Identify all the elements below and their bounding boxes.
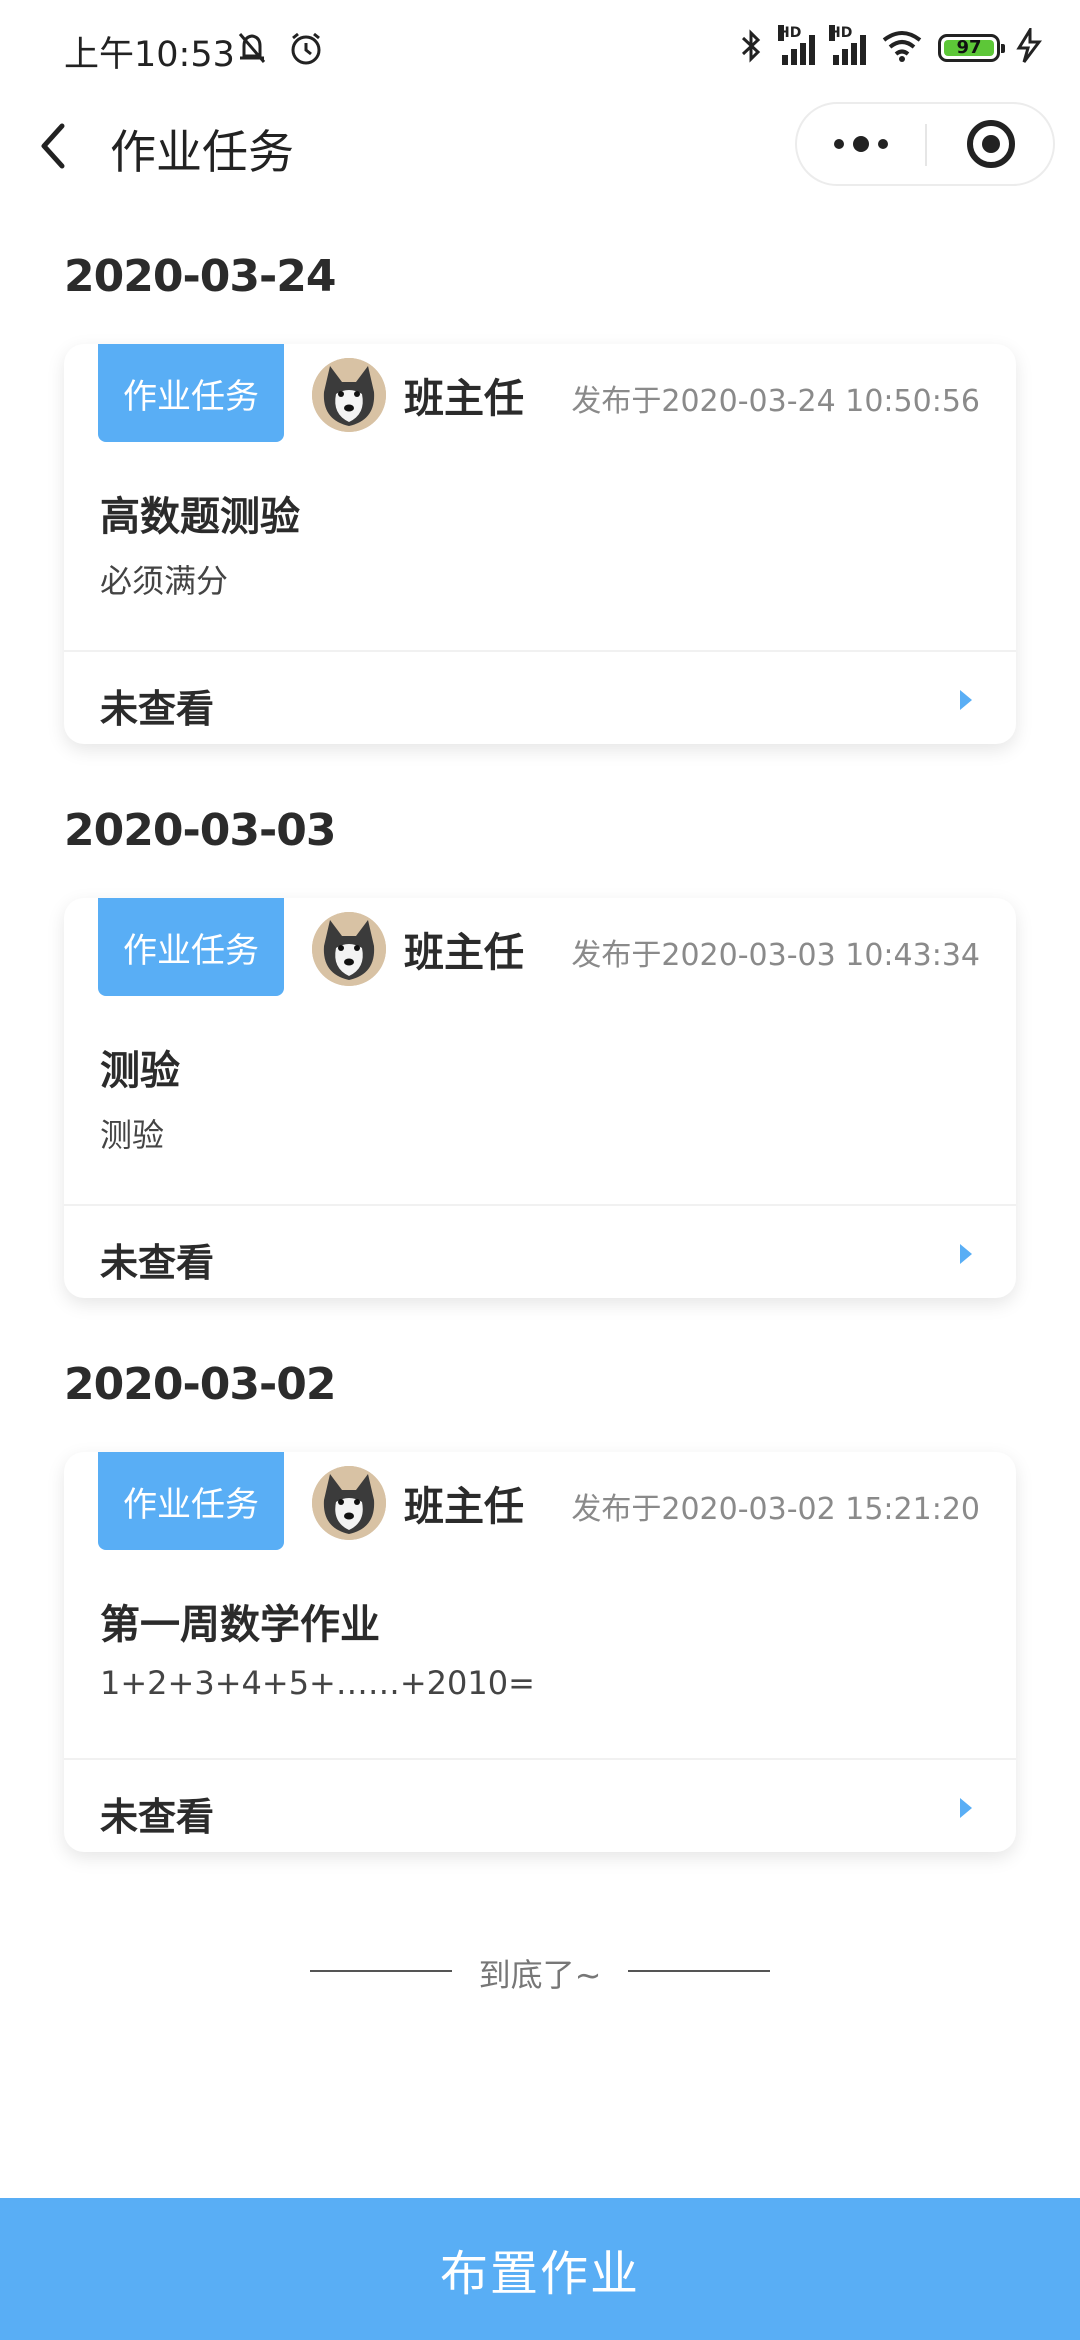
page-title: 作业任务 (110, 125, 294, 179)
card-divider (64, 1204, 1016, 1206)
author-name: 班主任 (404, 930, 524, 976)
status-right-icons: HD HD 97 (738, 24, 1044, 70)
bluetooth-icon (738, 26, 764, 70)
husky-avatar-icon (312, 358, 386, 432)
author-name: 班主任 (404, 376, 524, 422)
task-description: 1+2+3+4+5+……+2010= (100, 1664, 535, 1702)
task-list: 2020-03-24 作业任务 班主任 发布于2020-03-24 10:50:… (0, 240, 1080, 1902)
task-title: 高数题测验 (100, 494, 300, 540)
signal-icon-2: HD (829, 25, 866, 65)
card-divider (64, 650, 1016, 652)
mini-program-capsule (795, 102, 1055, 186)
nav-bar: 作业任务 (0, 100, 1080, 190)
status-left-icons (232, 28, 326, 72)
publish-time: 发布于2020-03-03 10:43:34 (571, 938, 980, 973)
chevron-right-icon (960, 1798, 972, 1818)
task-card[interactable]: 作业任务 班主任 发布于2020-03-02 15:21:20 第一周数学作业 … (64, 1452, 1016, 1852)
chevron-right-icon (960, 1244, 972, 1264)
end-of-list-text: 到底了~ (478, 1956, 602, 1994)
signal-icon: HD (778, 25, 815, 65)
task-card[interactable]: 作业任务 班主任 发布于2020-03-24 10:50:56 高数题测验 必须… (64, 344, 1016, 744)
husky-avatar-icon (312, 1466, 386, 1540)
signal-hd-label: HD (778, 25, 802, 41)
close-mini-program-button[interactable] (927, 104, 1055, 184)
view-status: 未查看 (100, 1795, 215, 1839)
task-description: 测验 (100, 1116, 165, 1154)
assign-homework-button[interactable]: 布置作业 (0, 2198, 1080, 2340)
task-title: 测验 (100, 1048, 180, 1094)
card-divider (64, 1758, 1016, 1760)
task-type-badge: 作业任务 (98, 898, 284, 996)
publish-time: 发布于2020-03-02 15:21:20 (571, 1492, 980, 1527)
view-status: 未查看 (100, 1241, 215, 1285)
chevron-right-icon (960, 690, 972, 710)
signal-hd-label: HD (829, 25, 853, 41)
task-description: 必须满分 (100, 562, 229, 600)
avatar (312, 358, 386, 432)
date-heading: 2020-03-02 (64, 1359, 336, 1410)
battery-level: 97 (956, 37, 982, 58)
husky-avatar-icon (312, 912, 386, 986)
task-type-badge: 作业任务 (98, 344, 284, 442)
end-of-list-note: 到底了~ (0, 1946, 1080, 1996)
muted-icon (232, 28, 272, 72)
view-status: 未查看 (100, 687, 215, 731)
publish-time: 发布于2020-03-24 10:50:56 (571, 384, 980, 419)
back-arrow-icon (41, 123, 65, 169)
date-heading: 2020-03-24 (64, 251, 336, 302)
back-button[interactable] (32, 118, 82, 174)
avatar (312, 912, 386, 986)
battery-icon: 97 (938, 34, 1005, 62)
author-name: 班主任 (404, 1484, 524, 1530)
avatar (312, 1466, 386, 1540)
more-dots-icon (834, 136, 888, 152)
charging-icon (1014, 24, 1044, 68)
status-bar: 上午10:53 HD HD 97 (0, 0, 1080, 100)
more-button[interactable] (797, 104, 925, 184)
task-card[interactable]: 作业任务 班主任 发布于2020-03-03 10:43:34 测验 测验 未查… (64, 898, 1016, 1298)
status-time: 上午10:53 (64, 35, 235, 75)
task-title: 第一周数学作业 (100, 1602, 380, 1648)
task-type-badge: 作业任务 (98, 1452, 284, 1550)
target-close-icon (967, 120, 1015, 168)
alarm-icon (286, 28, 326, 72)
date-heading: 2020-03-03 (64, 805, 336, 856)
wifi-icon (880, 28, 924, 68)
end-divider-right (628, 1970, 770, 1972)
